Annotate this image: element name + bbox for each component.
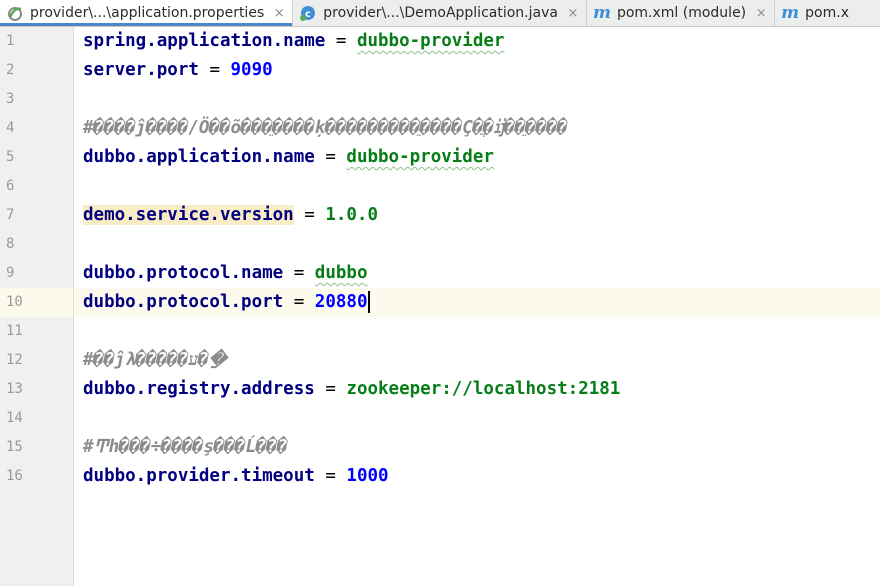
line-number: 2 — [6, 62, 15, 78]
line-number: 11 — [6, 323, 23, 339]
code-line[interactable]: 1 spring.application.name = dubbo-provid… — [6, 27, 880, 56]
close-icon[interactable]: × — [566, 6, 580, 21]
tab-label: provider\...\DemoApplication.java — [323, 5, 558, 21]
code-line[interactable]: 9 dubbo.protocol.name = dubbo — [6, 259, 880, 288]
property-value: 9090 — [230, 60, 273, 80]
tab-pom-xml[interactable]: m pom.x — [775, 0, 855, 26]
tab-application-properties[interactable]: provider\...\application.properties × — [0, 0, 294, 26]
tab-label: provider\...\application.properties — [30, 5, 265, 21]
property-value: dubbo-provider — [346, 147, 494, 167]
line-number: 6 — [6, 178, 15, 194]
properties-file-icon — [6, 5, 24, 21]
property-value: dubbo — [314, 263, 368, 283]
property-key: spring.application.name — [83, 31, 326, 51]
property-key: dubbo.provider.timeout — [83, 466, 315, 486]
property-value: zookeeper://localhost:2181 — [346, 379, 621, 399]
comment-text: #����ĵ����/Ö��õ���ֵ����ķ���������ֵ����Ç�… — [83, 118, 568, 138]
property-key: dubbo.protocol.name — [83, 263, 284, 283]
code-line[interactable]: 2 server.port = 9090 — [6, 56, 880, 85]
code-line[interactable]: 16 dubbo.provider.timeout = 1000 — [6, 462, 880, 491]
property-value: 1000 — [346, 466, 389, 486]
text-caret — [368, 291, 371, 313]
property-key: server.port — [83, 60, 199, 80]
tab-pom-xml-module[interactable]: m pom.xml (module) × — [587, 0, 776, 26]
maven-icon: m — [592, 3, 611, 23]
line-number: 10 — [0, 288, 73, 317]
close-icon[interactable]: × — [754, 6, 768, 21]
property-value: 20880 — [314, 292, 368, 312]
code-line[interactable]: 4 #����ĵ����/Ö��õ���ֵ����ķ���������ֵ����… — [6, 114, 880, 143]
property-key: demo.service.version — [83, 205, 294, 225]
line-number: 1 — [6, 33, 15, 49]
property-key: dubbo.registry.address — [83, 379, 315, 399]
code-line[interactable]: 15 #Ͳh���÷����ş���Ĺ��� — [6, 433, 880, 462]
property-value: dubbo-provider — [356, 31, 505, 51]
line-number: 7 — [6, 207, 15, 223]
comment-text: #Ͳh���÷����ş���Ĺ��� — [83, 437, 288, 457]
comment-text: #��ĵλ�����ע��ַ — [83, 350, 227, 370]
tab-demo-application-java[interactable]: c provider\...\DemoApplication.java × — [293, 0, 587, 26]
java-class-icon: c — [299, 5, 317, 21]
line-number: 9 — [6, 265, 15, 281]
code-line[interactable]: 12 #��ĵλ�����ע��ַ — [6, 346, 880, 375]
close-icon[interactable]: × — [272, 6, 286, 21]
code-line[interactable]: 6 — [6, 172, 880, 201]
property-key: dubbo.application.name — [83, 147, 315, 167]
maven-icon: m — [781, 3, 800, 23]
tab-label: pom.xml (module) — [616, 5, 747, 21]
tab-label: pom.x — [805, 5, 849, 21]
code-line[interactable]: 13 dubbo.registry.address = zookeeper://… — [6, 375, 880, 404]
line-number: 8 — [6, 236, 15, 252]
line-number: 16 — [6, 468, 23, 484]
line-number: 12 — [6, 352, 23, 368]
code-line[interactable]: 11 — [6, 317, 880, 346]
code-line[interactable]: 8 — [6, 230, 880, 259]
line-number: 4 — [6, 120, 15, 136]
code-line[interactable]: 3 — [6, 85, 880, 114]
editor-tab-bar: provider\...\application.properties × c … — [0, 0, 880, 27]
code-line[interactable]: 5 dubbo.application.name = dubbo-provide… — [6, 143, 880, 172]
property-value: 1.0.0 — [325, 205, 379, 225]
line-number: 5 — [6, 149, 15, 165]
code-editor[interactable]: 1 spring.application.name = dubbo-provid… — [0, 27, 880, 586]
property-key: dubbo.protocol.port — [83, 292, 284, 312]
line-number: 14 — [6, 410, 23, 426]
code-line-current[interactable]: 10 dubbo.protocol.port = 20880 — [0, 288, 880, 317]
line-number: 15 — [6, 439, 23, 455]
line-number: 3 — [6, 91, 15, 107]
code-line[interactable]: 14 — [6, 404, 880, 433]
line-number: 13 — [6, 381, 23, 397]
code-line[interactable]: 7 demo.service.version = 1.0.0 — [6, 201, 880, 230]
